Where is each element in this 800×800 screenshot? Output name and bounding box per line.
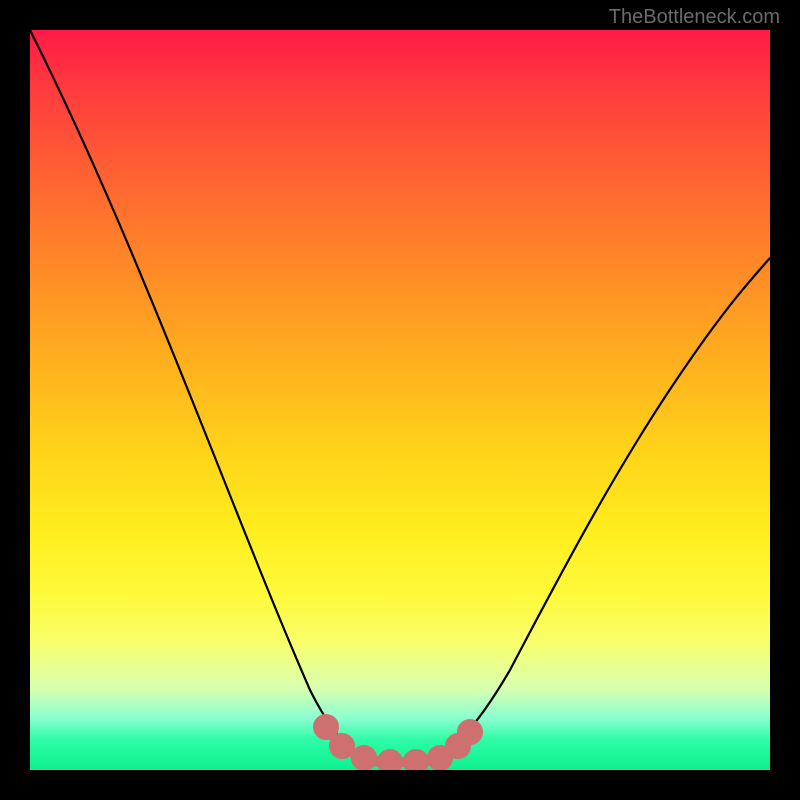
plot-area	[30, 30, 770, 770]
chart-svg	[30, 30, 770, 770]
bottleneck-curve	[30, 30, 770, 760]
watermark-text: TheBottleneck.com	[609, 6, 780, 29]
flat-marker-band	[318, 719, 478, 770]
